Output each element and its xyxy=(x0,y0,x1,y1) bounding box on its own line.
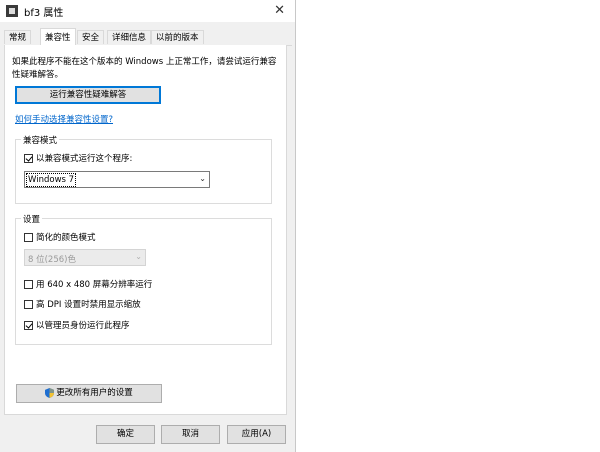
tab-previous-versions[interactable]: 以前的版本 xyxy=(151,30,204,44)
app-icon xyxy=(6,5,18,17)
reduced-color-label: 简化的颜色模式 xyxy=(36,233,96,243)
tab-details[interactable]: 详细信息 xyxy=(107,30,152,44)
properties-dialog: bf3 属性 ✕ 常规 兼容性 安全 详细信息 以前的版本 如果此程序不能在这个… xyxy=(0,0,296,452)
manual-settings-link[interactable]: 如何手动选择兼容性设置? xyxy=(15,113,113,125)
high-dpi-checkbox-row[interactable]: 高 DPI 设置时禁用显示缩放 xyxy=(24,298,141,310)
color-depth-select: 8 位(256)色 ⌄ xyxy=(24,249,146,266)
change-all-users-label: 更改所有用户的设置 xyxy=(56,388,133,398)
run-admin-checkbox[interactable] xyxy=(24,320,33,330)
ok-button[interactable]: 确定 xyxy=(96,425,155,444)
compat-mode-title: 兼容模式 xyxy=(21,134,60,146)
chevron-down-icon: ⌄ xyxy=(199,174,206,183)
reduced-color-checkbox[interactable] xyxy=(24,232,33,242)
high-dpi-label: 高 DPI 设置时禁用显示缩放 xyxy=(36,300,141,310)
window-title: bf3 属性 xyxy=(24,8,64,19)
compat-os-select[interactable]: Windows 7 ⌄ xyxy=(24,171,210,188)
res-640-checkbox[interactable] xyxy=(24,279,33,289)
change-all-users-button[interactable]: 更改所有用户的设置 xyxy=(16,384,162,403)
tab-security[interactable]: 安全 xyxy=(77,30,105,44)
compat-mode-checkbox-row[interactable]: 以兼容模式运行这个程序: xyxy=(24,152,132,164)
settings-title: 设置 xyxy=(21,213,43,225)
run-admin-label: 以管理员身份运行此程序 xyxy=(36,321,130,331)
high-dpi-checkbox[interactable] xyxy=(24,299,33,309)
tab-compatibility[interactable]: 兼容性 xyxy=(40,28,76,46)
tab-general[interactable]: 常规 xyxy=(4,30,32,44)
compat-os-value: Windows 7 xyxy=(25,173,77,187)
res-640-label: 用 640 x 480 屏幕分辨率运行 xyxy=(36,280,153,290)
run-troubleshooter-button[interactable]: 运行兼容性疑难解答 xyxy=(15,86,161,104)
color-depth-value: 8 位(256)色 xyxy=(28,255,76,265)
close-icon[interactable]: ✕ xyxy=(274,3,285,18)
compat-mode-checkbox-label: 以兼容模式运行这个程序: xyxy=(36,154,133,164)
compat-description: 如果此程序不能在这个版本的 Windows 上正常工作，请尝试运行兼容性疑难解答… xyxy=(12,57,277,80)
tab-bar: 常规 兼容性 安全 详细信息 以前的版本 xyxy=(4,28,292,46)
apply-button[interactable]: 应用(A) xyxy=(227,425,286,444)
res-640-checkbox-row[interactable]: 用 640 x 480 屏幕分辨率运行 xyxy=(24,278,152,290)
compat-mode-checkbox[interactable] xyxy=(24,153,33,163)
uac-shield-icon xyxy=(45,387,55,398)
reduced-color-checkbox-row[interactable]: 简化的颜色模式 xyxy=(24,231,96,243)
title-bar: bf3 属性 ✕ xyxy=(0,0,295,22)
run-admin-checkbox-row[interactable]: 以管理员身份运行此程序 xyxy=(24,319,130,331)
chevron-down-icon: ⌄ xyxy=(135,252,142,261)
cancel-button[interactable]: 取消 xyxy=(161,425,220,444)
